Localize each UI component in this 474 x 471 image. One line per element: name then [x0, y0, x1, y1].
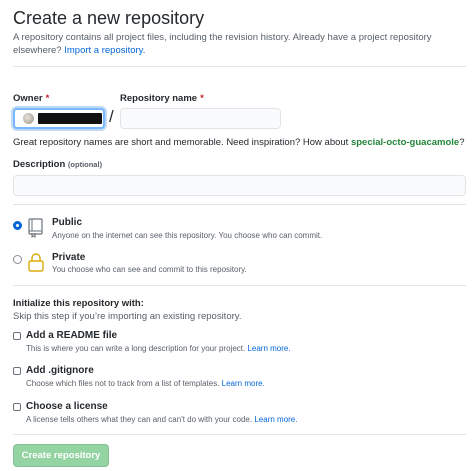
gitignore-desc-text: Choose which files not to track from a l… — [26, 379, 220, 388]
optional-tag: (optional) — [67, 160, 103, 169]
license-title: Choose a license — [26, 401, 108, 412]
required-mark: * — [200, 93, 204, 104]
readme-checkbox[interactable] — [13, 332, 21, 340]
gitignore-learn-more-link[interactable]: Learn more. — [222, 379, 265, 388]
gitignore-title: Add .gitignore — [26, 365, 94, 376]
private-description: You choose who can see and commit to thi… — [52, 265, 247, 274]
owner-select[interactable] — [13, 108, 105, 129]
initialize-title: Initialize this repository with: — [13, 298, 144, 309]
slash-separator: / — [109, 107, 114, 126]
repository-name-label: Repository name * — [120, 93, 204, 104]
page-title: Create a new repository — [13, 8, 205, 28]
page-subtitle: A repository contains all project files,… — [13, 31, 463, 57]
description-input[interactable] — [13, 175, 466, 196]
public-radio[interactable] — [13, 221, 22, 230]
readme-title: Add a README file — [26, 330, 118, 341]
divider — [13, 66, 466, 67]
avatar — [23, 113, 34, 124]
divider — [13, 285, 466, 286]
private-radio[interactable] — [13, 255, 22, 264]
name-suggestion[interactable]: special-octo-guacamole — [351, 137, 459, 148]
initialize-subtitle: Skip this step if you’re importing an ex… — [13, 311, 242, 322]
owner-label: Owner * — [13, 93, 49, 104]
public-description: Anyone on the internet can see this repo… — [52, 231, 323, 240]
public-title: Public — [52, 217, 83, 228]
license-checkbox[interactable] — [13, 403, 21, 411]
create-repository-button[interactable]: Create repository — [13, 444, 109, 467]
description-label-text: Description — [13, 159, 66, 170]
readme-description: This is where you can write a long descr… — [26, 344, 291, 353]
repo-icon — [28, 218, 43, 238]
hint-text: Great repository names are short and mem… — [13, 137, 349, 148]
license-learn-more-link[interactable]: Learn more. — [254, 415, 297, 424]
hint-end: ? — [459, 137, 465, 148]
gitignore-description: Choose which files not to track from a l… — [26, 379, 265, 388]
import-repository-link[interactable]: Import a repository. — [64, 45, 145, 56]
required-mark: * — [45, 93, 50, 104]
divider — [13, 434, 466, 435]
divider — [13, 204, 466, 205]
repository-name-input[interactable] — [120, 108, 281, 129]
lock-icon — [28, 253, 44, 272]
repository-name-label-text: Repository name — [120, 93, 198, 104]
private-title: Private — [52, 252, 86, 263]
description-label: Description (optional) — [13, 159, 102, 170]
license-description: A license tells others what they can and… — [26, 415, 297, 424]
name-hint: Great repository names are short and mem… — [13, 137, 464, 148]
readme-learn-more-link[interactable]: Learn more. — [247, 344, 290, 353]
owner-label-text: Owner — [13, 93, 43, 104]
redacted-owner-name — [38, 113, 102, 124]
readme-desc-text: This is where you can write a long descr… — [26, 344, 246, 353]
license-desc-text: A license tells others what they can and… — [26, 415, 253, 424]
gitignore-checkbox[interactable] — [13, 367, 21, 375]
